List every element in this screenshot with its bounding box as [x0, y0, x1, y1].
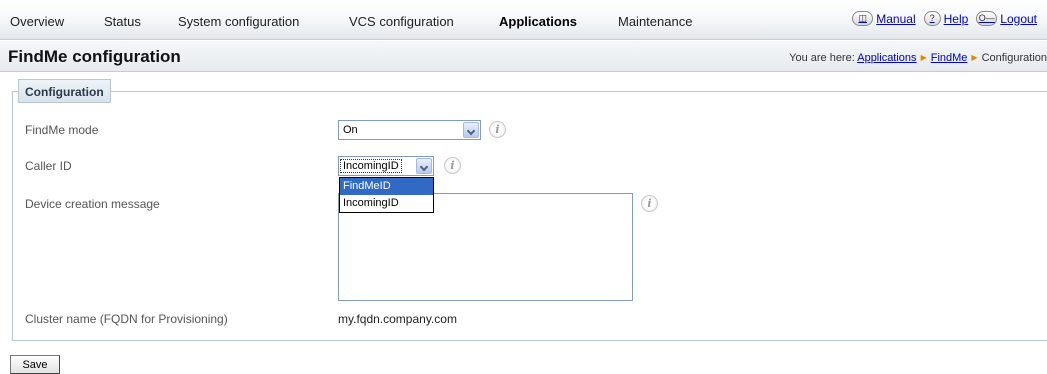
caller-id-value: IncomingID [340, 159, 402, 173]
nav-system-configuration[interactable]: System configuration [178, 14, 299, 29]
breadcrumb-prefix: You are here: [789, 52, 855, 64]
breadcrumb-current: Configuration [981, 52, 1047, 64]
nav-maintenance[interactable]: Maintenance [618, 14, 692, 29]
logout-link[interactable]: O— Logout [976, 11, 1037, 26]
caller-id-option-findmeid[interactable]: FindMeID [340, 178, 433, 195]
breadcrumb-findme[interactable]: FindMe [931, 52, 968, 64]
manual-link-label: Manual [876, 11, 916, 26]
book-icon: ◫ [852, 11, 874, 26]
chevron-down-icon[interactable] [463, 122, 479, 138]
breadcrumb-arrow-icon: ▶ [920, 53, 927, 62]
info-icon[interactable]: i [641, 195, 658, 212]
help-link-label: Help [943, 11, 969, 26]
nav-vcs-configuration[interactable]: VCS configuration [349, 14, 454, 29]
save-button[interactable]: Save [10, 355, 60, 374]
nav-status[interactable]: Status [104, 14, 141, 29]
logout-link-label: Logout [1000, 11, 1037, 26]
chevron-down-icon[interactable] [416, 158, 432, 174]
info-icon[interactable]: i [444, 157, 461, 174]
cluster-name-label: Cluster name (FQDN for Provisioning) [25, 312, 228, 326]
utility-links: ◫ Manual ? Help O— Logout [852, 11, 1037, 26]
title-bar: FindMe configuration You are here: Appli… [0, 41, 1047, 72]
caller-id-select[interactable]: IncomingID [338, 156, 434, 176]
page-title: FindMe configuration [8, 47, 181, 66]
manual-link[interactable]: ◫ Manual [852, 11, 916, 26]
caller-id-label: Caller ID [25, 159, 72, 173]
breadcrumb: You are here: Applications ▶ FindMe ▶ Config… [789, 52, 1047, 64]
configuration-legend: Configuration [18, 79, 111, 103]
help-icon: ? [923, 11, 941, 26]
cluster-name-value: my.fqdn.company.com [338, 312, 457, 326]
breadcrumb-applications[interactable]: Applications [857, 52, 916, 64]
findme-mode-select[interactable]: On [338, 120, 481, 140]
nav-overview[interactable]: Overview [10, 14, 64, 29]
key-icon: O— [976, 11, 998, 26]
findme-mode-label: FindMe mode [25, 123, 99, 137]
info-icon[interactable]: i [489, 121, 506, 138]
help-link[interactable]: ? Help [923, 11, 969, 26]
nav-applications[interactable]: Applications [499, 14, 577, 29]
caller-id-option-incomingid[interactable]: IncomingID [340, 195, 433, 212]
caller-id-dropdown-list: FindMeID IncomingID [339, 177, 434, 213]
device-creation-message-label: Device creation message [25, 197, 160, 211]
top-navigation: Overview Status System configuration VCS… [0, 0, 1047, 40]
findme-mode-value: On [343, 124, 358, 136]
breadcrumb-arrow-icon: ▶ [971, 53, 978, 62]
